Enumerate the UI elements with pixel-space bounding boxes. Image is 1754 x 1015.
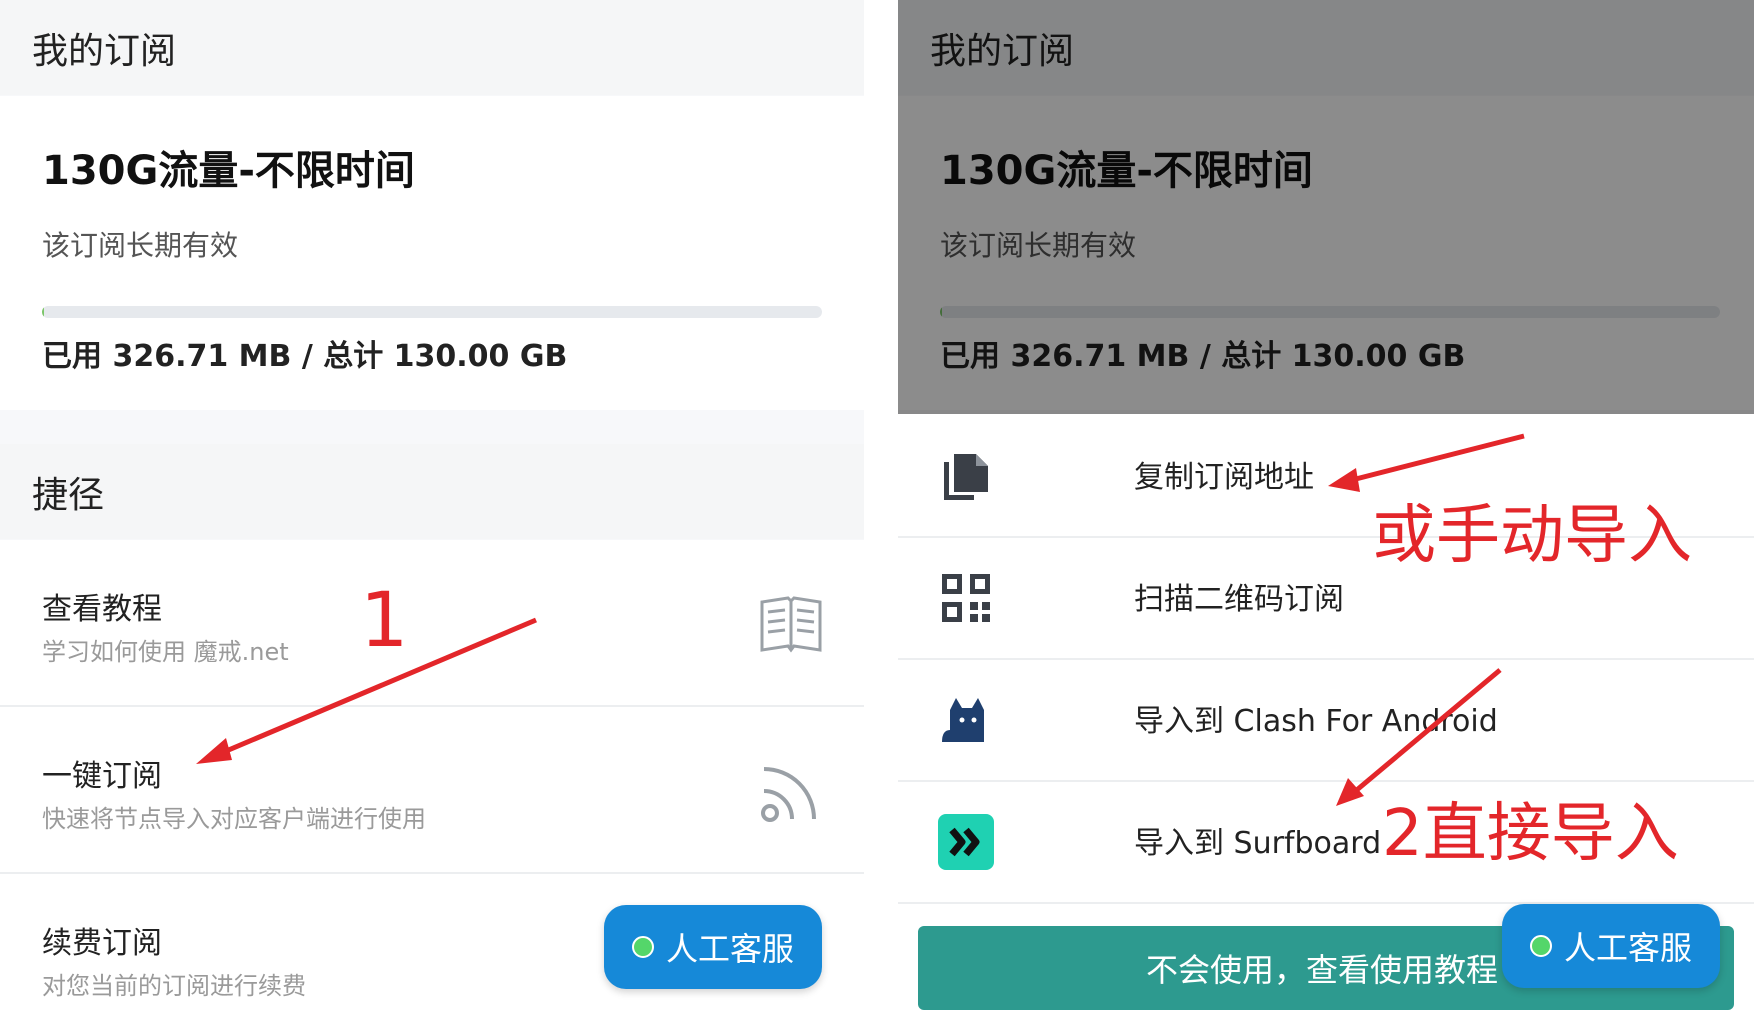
annotation-manual-import: 或手动导入 bbox=[1372, 499, 1692, 573]
shortcut-subtitle: 快速将节点导入对应客户端进行使用 bbox=[42, 805, 426, 833]
shortcut-title: 查看教程 bbox=[42, 592, 162, 627]
online-status-icon bbox=[631, 936, 654, 958]
subscription-header: 我的订阅 bbox=[0, 0, 864, 95]
shortcuts-header: 捷径 bbox=[0, 444, 864, 539]
option-label: 导入到 Surfboard bbox=[1134, 826, 1382, 861]
usage-progress-bar bbox=[42, 306, 822, 318]
qr-code-icon bbox=[942, 574, 990, 622]
plan-description: 该订阅长期有效 bbox=[42, 229, 239, 262]
usage-progress-fill bbox=[42, 306, 45, 318]
customer-service-button[interactable]: 人工客服 bbox=[604, 905, 822, 989]
annotation-direct-import: 2直接导入 bbox=[1382, 797, 1679, 871]
online-status-icon bbox=[1529, 935, 1552, 957]
shortcuts-title: 捷径 bbox=[32, 475, 105, 516]
page-title: 我的订阅 bbox=[32, 31, 177, 72]
shortcut-subtitle: 学习如何使用 魔戒.net bbox=[42, 638, 289, 666]
shortcut-title: 续费订阅 bbox=[42, 926, 162, 961]
rss-icon bbox=[758, 759, 824, 829]
plan-title: 130G流量-不限时间 bbox=[42, 148, 415, 194]
option-label: 导入到 Clash For Android bbox=[1134, 704, 1498, 739]
plan-card: 130G流量-不限时间 该订阅长期有效 已用 326.71 MB / 总计 13… bbox=[0, 96, 864, 410]
shortcut-title: 一键订阅 bbox=[42, 759, 162, 794]
customer-service-button[interactable]: 人工客服 bbox=[1502, 904, 1720, 988]
option-label: 复制订阅地址 bbox=[1134, 460, 1314, 495]
usage-text: 已用 326.71 MB / 总计 130.00 GB bbox=[42, 339, 568, 374]
import-clash-option[interactable]: 导入到 Clash For Android bbox=[898, 658, 1754, 782]
shortcut-subtitle: 对您当前的订阅进行续费 bbox=[42, 972, 306, 1000]
screen-divider bbox=[864, 0, 898, 1015]
customer-service-label: 人工客服 bbox=[1563, 929, 1692, 967]
surfboard-icon bbox=[938, 814, 994, 870]
copy-icon bbox=[944, 454, 988, 500]
annotation-step-1: 1 bbox=[360, 575, 409, 664]
customer-service-label: 人工客服 bbox=[665, 930, 794, 968]
shortcut-one-click-subscribe[interactable]: 一键订阅 快速将节点导入对应客户端进行使用 bbox=[0, 707, 864, 874]
modal-backdrop[interactable] bbox=[898, 0, 1754, 414]
shortcut-view-tutorial[interactable]: 查看教程 学习如何使用 魔戒.net bbox=[0, 540, 864, 707]
clash-cat-icon bbox=[942, 698, 984, 742]
left-screen: 我的订阅 130G流量-不限时间 该订阅长期有效 已用 326.71 MB / … bbox=[0, 0, 864, 1015]
right-screen: 我的订阅 130G流量-不限时间 该订阅长期有效 已用 326.71 MB / … bbox=[898, 0, 1754, 1015]
book-icon bbox=[758, 592, 824, 662]
option-label: 扫描二维码订阅 bbox=[1134, 582, 1344, 617]
